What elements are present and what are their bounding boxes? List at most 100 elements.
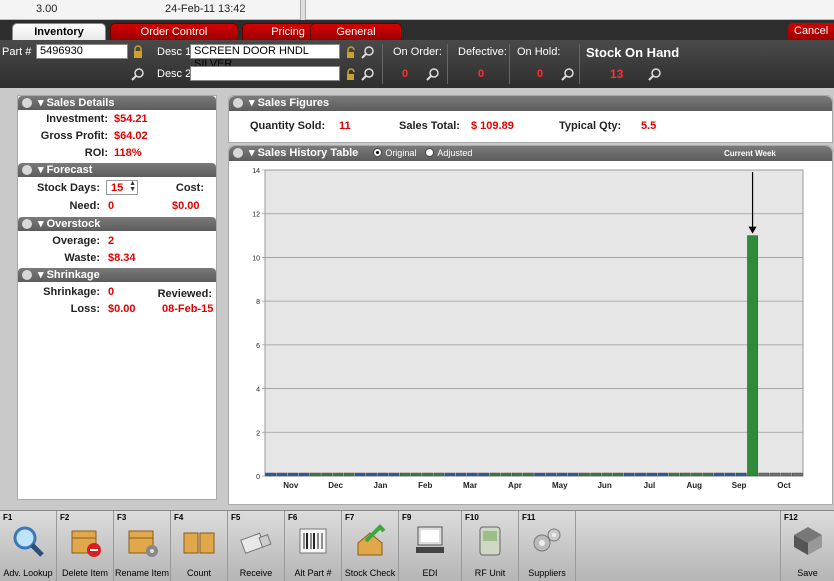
stock-days-label: Stock Days: (37, 182, 100, 194)
adjusted-radio[interactable]: Adjusted (425, 148, 472, 158)
fkey-f10-button[interactable]: F10 RF Unit (462, 511, 519, 581)
forecast-title: Forecast (46, 164, 93, 176)
fkey-f5-button[interactable]: F5 Receive (228, 511, 285, 581)
number-two-icon (233, 148, 243, 158)
y-tick-label: 8 (256, 299, 260, 306)
fkey-f6-button[interactable]: F6 Alt Part # (285, 511, 342, 581)
stock-on-hand-label: Stock On Hand (586, 45, 680, 60)
search-icon[interactable] (361, 67, 375, 81)
sales-history-chart: 0 2 4 6 8 10 12 14 Nov Dec Jan Feb Mar Apr May Jun Jul Au… (252, 168, 804, 490)
search-icon[interactable] (131, 67, 145, 81)
need-label: Need: (69, 200, 100, 212)
bar (287, 472, 299, 477)
fkey-number: F11 (522, 513, 536, 522)
fkey-f4-button[interactable]: F4 Count (171, 511, 228, 581)
bar (343, 472, 355, 477)
fkey-f7-button[interactable]: F7 Stock Check (342, 511, 399, 581)
shrinkage-header[interactable]: ▾ Shrinkage (18, 268, 216, 282)
bar (623, 472, 635, 477)
stock-days-stepper[interactable]: 15 ▲ ▼ (106, 180, 138, 195)
forecast-header[interactable]: ▾ Forecast (18, 163, 216, 177)
part-number-input[interactable]: 5496930 (36, 44, 128, 59)
desc2-label: Desc 2 (157, 68, 192, 80)
fkey-f3-button[interactable]: F3 Rename Item (114, 511, 171, 581)
tab-general[interactable]: General (310, 23, 402, 40)
bar (747, 235, 758, 477)
x-tick-label: Jul (644, 481, 656, 490)
stepper-arrows-icon[interactable]: ▲ ▼ (129, 180, 136, 193)
bar (265, 472, 276, 477)
desc1-input[interactable]: SCREEN DOOR HNDL SILVER (190, 44, 340, 70)
sales-total-label: Sales Total: (399, 120, 460, 132)
y-tick-label: 12 (252, 212, 260, 219)
fkey-number: F1 (3, 513, 13, 522)
bar (702, 472, 714, 477)
fkey-number: F9 (402, 513, 412, 522)
tab-order-control[interactable]: Order Control (110, 23, 238, 40)
y-tick-label: 4 (256, 387, 260, 394)
lock-icon[interactable] (131, 45, 145, 59)
original-label: Original (385, 148, 417, 158)
x-tick-label: Feb (418, 481, 432, 490)
header-divider (447, 44, 448, 84)
sales-total-value: $ 109.89 (471, 120, 514, 132)
bar (724, 472, 736, 477)
loss-label: Loss: (70, 303, 100, 315)
tab-bar: Inventory Order Control Pricing General … (0, 20, 834, 41)
gears-icon (533, 528, 561, 552)
overage-label: Overage: (52, 235, 100, 247)
bar (556, 472, 568, 477)
fkey-label: RF Unit (474, 568, 506, 578)
stock-check-icon (357, 524, 386, 556)
bar (567, 472, 579, 477)
cancel-button[interactable]: Cancel (788, 23, 834, 40)
bar (646, 472, 657, 477)
fkey-f11-button[interactable]: F11 Suppliers (519, 511, 576, 581)
fkey-f9-button[interactable]: F9 EDI (399, 511, 462, 581)
x-tick-label: Oct (777, 481, 791, 490)
search-icon[interactable] (426, 67, 440, 81)
unlock-icon[interactable] (345, 45, 359, 59)
bar (366, 472, 377, 477)
barcode-icon (299, 528, 327, 554)
fkey-f2-button[interactable]: F2 Delete Item (57, 511, 114, 581)
fkey-f12-button[interactable]: F12 Save (780, 511, 834, 581)
desc2-input[interactable] (190, 66, 340, 81)
delete-box-icon (71, 530, 101, 557)
bar (590, 472, 601, 477)
plot-area (264, 169, 804, 477)
unlock-icon[interactable] (345, 67, 359, 81)
bar (579, 472, 590, 477)
item-header: Part # 5496930 Desc 1 SCREEN DOOR HNDL S… (0, 40, 834, 88)
sales-figures-header[interactable]: ▾ Sales Figures (229, 96, 832, 111)
overstock-header[interactable]: ▾ Overstock (18, 217, 216, 231)
current-week-label: Current Week (724, 149, 776, 158)
window-divider (300, 0, 306, 20)
clock-icon (22, 165, 32, 175)
on-hold-label: On Hold: (517, 46, 561, 58)
sales-details-title: Sales Details (46, 97, 115, 109)
waste-value: $8.34 (108, 252, 136, 264)
fkey-number: F6 (288, 513, 298, 522)
sales-details-header[interactable]: ▾ Sales Details (18, 96, 216, 110)
tab-inventory[interactable]: Inventory (12, 23, 106, 41)
overstock-title: Overstock (46, 218, 101, 230)
x-tick-label: Jan (374, 481, 388, 490)
sales-history-header[interactable]: ▾ Sales History Table Original Adjusted … (229, 146, 832, 161)
search-icon[interactable] (361, 45, 375, 59)
y-tick-label: 6 (256, 343, 260, 350)
fkey-label: Stock Check (344, 568, 396, 578)
y-tick-label: 0 (256, 474, 260, 481)
fkey-f1-button[interactable]: F1 Adv. Lookup (0, 511, 57, 581)
gross-profit-label: Gross Profit: (40, 130, 108, 142)
search-icon[interactable] (648, 67, 662, 81)
sales-figures-title: Sales Figures (257, 97, 330, 109)
original-radio[interactable]: Original (373, 148, 416, 158)
rf-unit-icon (479, 526, 501, 556)
x-tick-label: Dec (328, 481, 343, 490)
part-number-label: Part # (2, 46, 32, 58)
bar (276, 472, 288, 477)
search-icon[interactable] (561, 67, 575, 81)
sales-history-panel: ▾ Sales History Table Original Adjusted … (228, 145, 833, 505)
bar (354, 472, 366, 477)
